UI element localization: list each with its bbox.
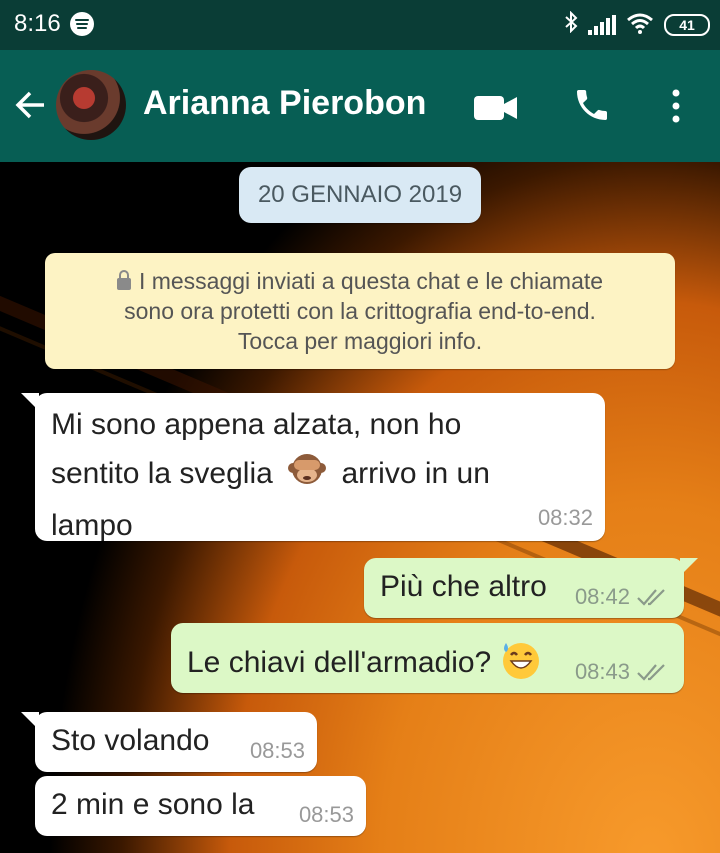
notice-line: I messaggi inviati a questa chat e le ch… [138,268,604,294]
message-text: Mi sono appena alzata, non ho [51,408,462,441]
grinning-sweat-icon [500,639,542,689]
message-text: Le chiavi dell'armadio? [187,645,492,679]
status-icons: 41 [564,10,710,40]
status-bar: 8:16 41 [0,0,720,50]
message-bubble-outgoing[interactable]: Le chiavi dell'armadio? 08:43 [171,623,684,693]
notice-line: Tocca per maggiori info. [237,328,483,354]
message-text: sentito la sveglia [51,456,273,490]
spotify-icon [70,12,94,36]
message-text: 2 min e sono la [51,788,255,821]
message-text: Sto volando [51,724,210,757]
message-time: 08:42 [574,584,630,609]
message-bubble-incoming[interactable]: Sto volando 08:53 [21,712,317,772]
bluetooth-icon [564,10,578,39]
message-time: 08:32 [537,505,593,530]
message-time: 08:53 [249,738,305,763]
message-text: Più che altro [380,570,547,603]
battery-icon: 41 [664,14,710,36]
message-time: 08:53 [298,802,354,827]
message-time: 08:43 [574,659,630,684]
chat-header: Arianna Pierobon [0,50,720,162]
notice-line: sono ora protetti con la crittografia en… [124,298,596,324]
signal-icon [588,15,616,35]
phone-call-icon[interactable] [572,85,612,125]
more-options-icon[interactable] [666,88,686,124]
wifi-icon [626,12,654,39]
encryption-notice[interactable]: I messaggi inviati a questa chat e le ch… [45,253,675,369]
lock-icon [116,270,131,290]
status-time: 8:16 [14,10,61,37]
video-call-icon[interactable] [474,95,518,121]
see-no-evil-monkey-icon [287,448,327,502]
double-check-icon [637,589,665,606]
message-bubble-incoming[interactable]: 2 min e sono la 08:53 [35,776,366,836]
contact-name[interactable]: Arianna Pierobon [143,84,426,123]
message-text: arrivo in un [341,456,490,490]
message-bubble-outgoing[interactable]: Più che altro 08:42 [364,558,698,618]
message-bubble-incoming[interactable]: Mi sono appena alzata, non ho sentito la… [21,393,605,542]
double-check-icon [637,664,665,681]
chat-area[interactable]: 20 GENNAIO 2019 I messaggi inviati a que… [0,162,720,853]
date-chip: 20 GENNAIO 2019 [239,167,481,223]
back-arrow-icon[interactable] [14,88,48,128]
avatar[interactable] [56,70,126,140]
message-text: lampo [51,509,133,542]
